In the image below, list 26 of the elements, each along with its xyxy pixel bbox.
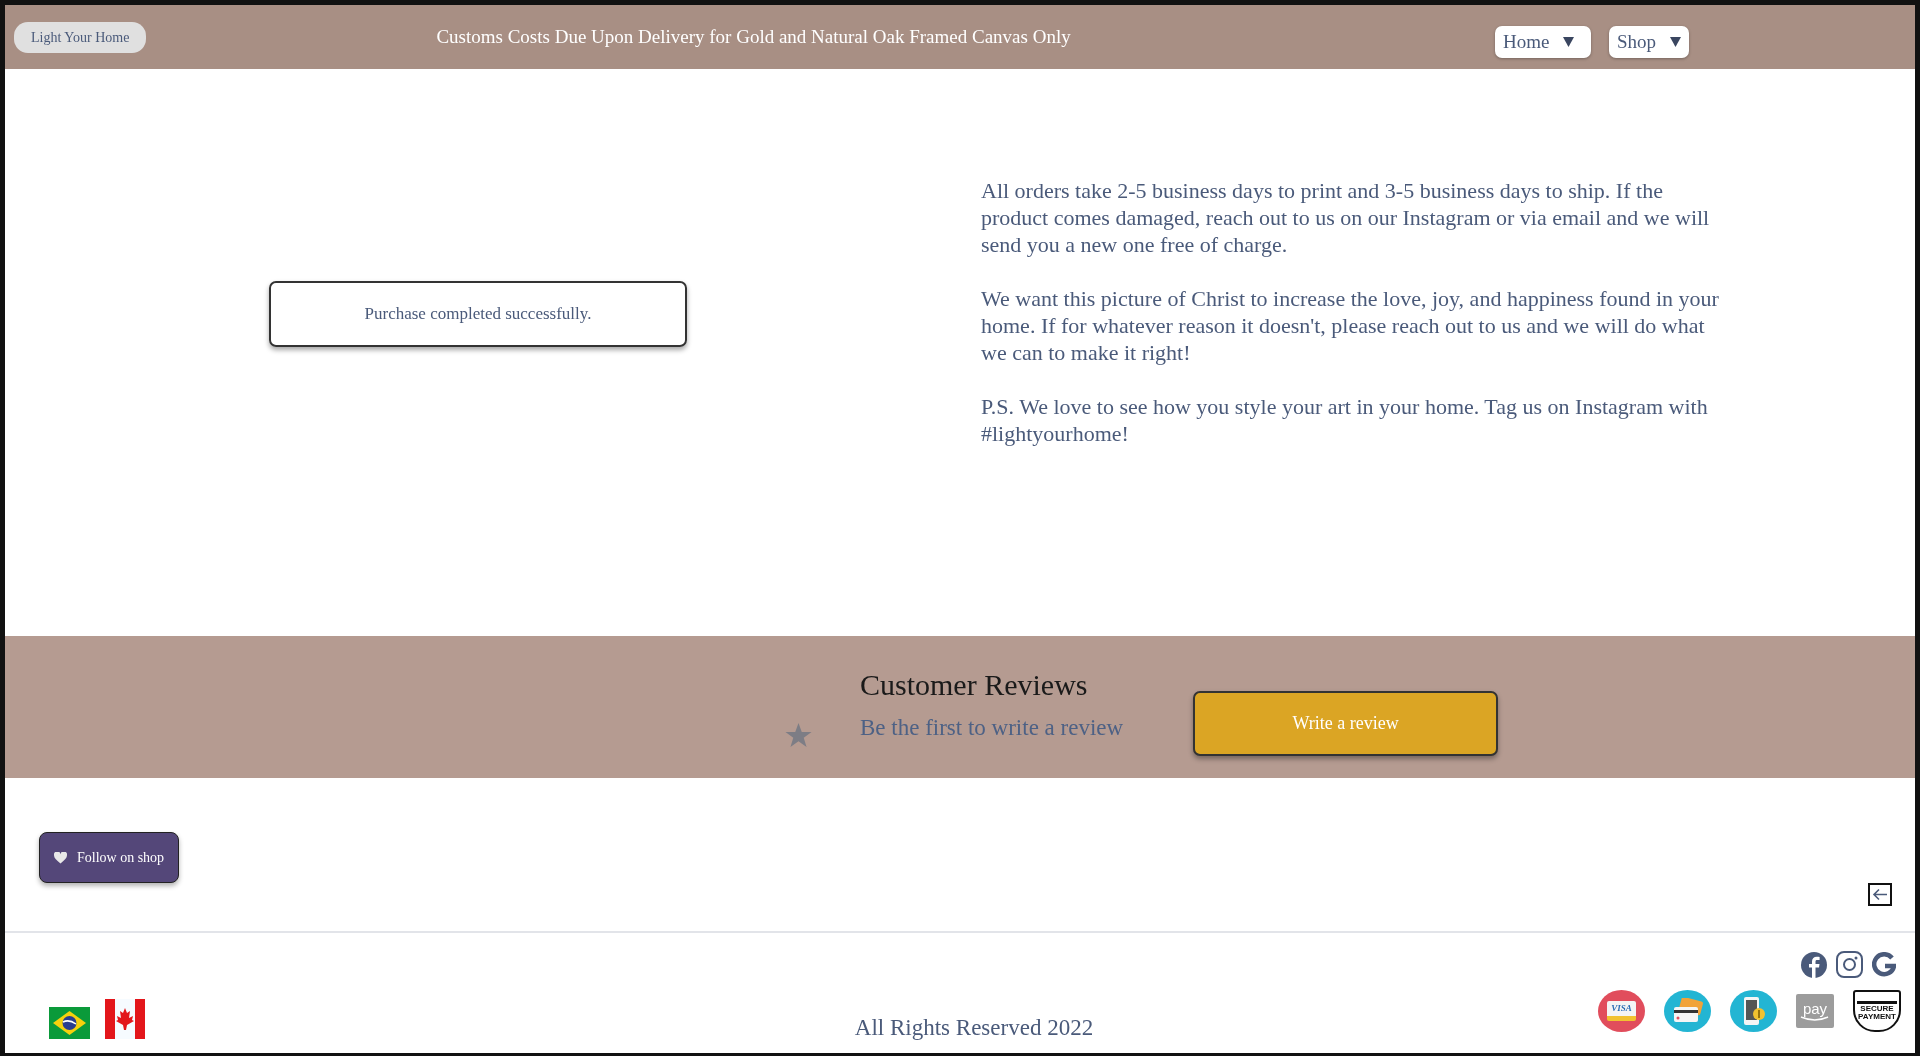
reviews-heading: Customer Reviews (860, 667, 1089, 703)
announcement-text: Customs Costs Due Upon Delivery for Gold and Natural Oak Framed Canvas Only (436, 24, 1071, 49)
info-paragraph: All orders take 2-5 business days to print and 3-5 business days to ship. If the product comes damaged, reach out to us on our Instagram or via email and we will send you a new one free of charge. (981, 177, 1711, 258)
caret-icon (1563, 37, 1575, 47)
info-paragraph: We want this picture of Christ to increase the love, joy, and happiness found in your home. If for whatever reason it doesn't, please reach out to us and we will do what we can to make it right! (981, 285, 1720, 366)
google-icon[interactable] (1872, 952, 1896, 977)
info-paragraph: P.S. We love to see how you style your art in your home. Tag us on Instagram with #lightyourhome! (981, 393, 1709, 447)
nav-dropdown[interactable]: Home (1494, 25, 1591, 59)
review-prompt-text: Be the first to write a review (860, 714, 1124, 742)
brand-pill-button[interactable]: Light Your Home (14, 21, 147, 53)
facebook-icon[interactable] (1801, 951, 1827, 978)
heart-icon (54, 851, 67, 864)
amazon-pay-badge: pay (1796, 994, 1834, 1028)
visa-card-badge: VISA (1598, 990, 1645, 1032)
canada-flag-icon (105, 999, 145, 1039)
copyright-text: All Rights Reserved 2022 (854, 1013, 1094, 1042)
instagram-icon[interactable] (1836, 951, 1863, 978)
credit-cards-icon (1664, 990, 1711, 1032)
caret-icon (1670, 37, 1681, 47)
success-message: Purchase completed successfully. (269, 281, 687, 347)
nav-dropdown[interactable]: Shop (1608, 25, 1689, 59)
follow-on-shop-button[interactable]: Follow on shop (39, 832, 180, 883)
star-icon (785, 722, 812, 748)
secure-payment-badge: SECURE PAYMENT (1853, 990, 1901, 1032)
mobile-payment-icon (1730, 990, 1777, 1032)
brazil-flag-icon (49, 1007, 90, 1039)
